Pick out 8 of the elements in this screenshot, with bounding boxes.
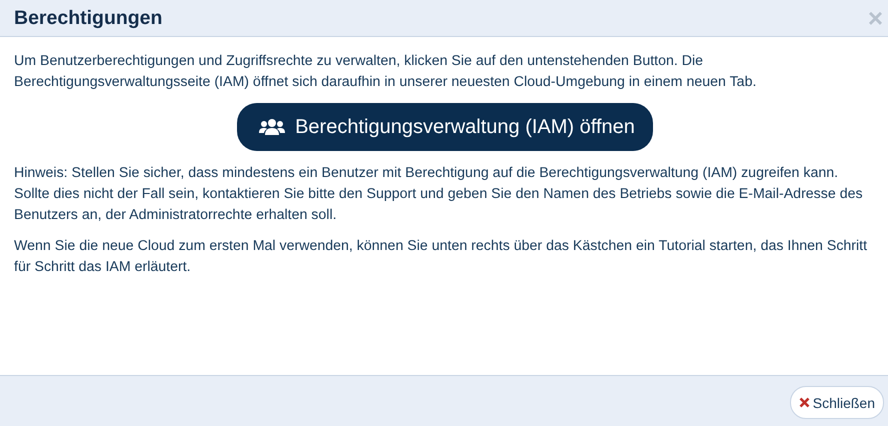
- users-icon: [259, 118, 286, 136]
- body-text: Wenn Sie die neue Cloud zum ersten Mal verwenden, können Sie unten rechts über das Kästchen ein Tutorial starten, das Ihnen Schritt für Schritt das IAM erläutert.: [14, 237, 868, 277]
- open-iam-button[interactable]: Berechtigungsverwaltung (IAM) öffnen: [237, 103, 653, 151]
- intro-text: Um Benutzerberechtigungen und Zugriffsrechte zu verwalten, klicken Sie auf den untenstehenden Button. Die Berechtigungsverwaltungsseite (IAM) öffnet sich daraufhin in unserer neuesten Cloud-Umgebung in einem neuen Tab.: [14, 52, 758, 92]
- dialog-title: Berechtigungen: [14, 6, 162, 30]
- close-button[interactable]: Schließen: [790, 386, 884, 419]
- close-icon: [798, 397, 810, 408]
- body-text: Hinweis: Stellen Sie sicher, dass mindestens ein Benutzer mit Berechtigung auf die Berechtigungsverwaltung (IAM) zugreifen kann. Sollte dies nicht der Fall sein, kontaktieren Sie bitte den Support und geben Sie den Namen des Betriebs sowie die E-Mail-Adresse des Benutzers an, der Administratorrechte erhalten soll.: [14, 164, 864, 225]
